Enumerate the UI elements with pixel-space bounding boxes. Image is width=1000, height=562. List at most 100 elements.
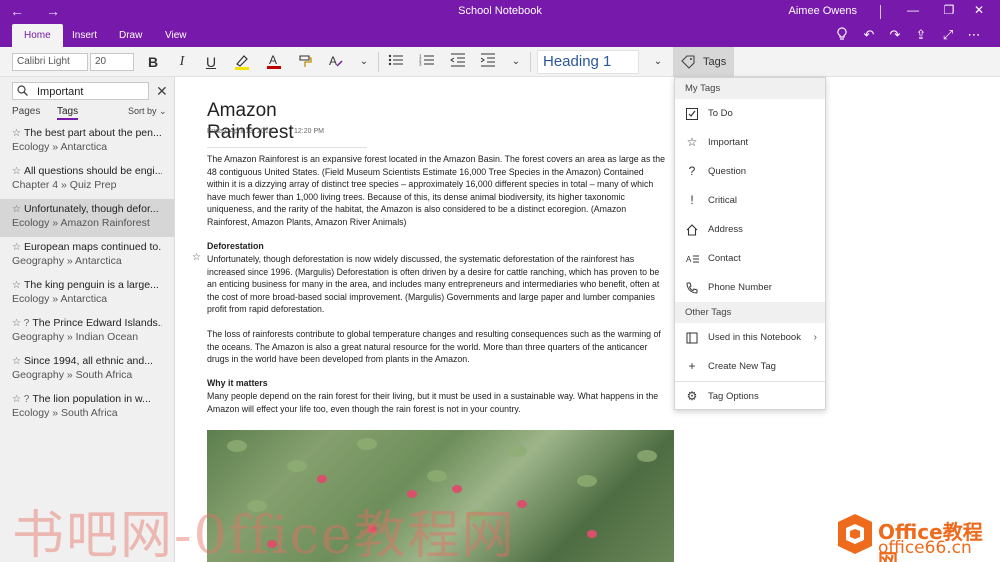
tag-menu-item-address[interactable]: Address <box>675 215 825 244</box>
result-location: Geography » South Africa <box>12 369 133 381</box>
tag-menu-item-critical[interactable]: ! Critical <box>675 186 825 215</box>
result-title: European maps continued to... <box>23 241 162 253</box>
chevron-down-icon: ⌄ <box>159 106 167 116</box>
house-icon <box>684 215 700 244</box>
list-item[interactable]: ☆ The king penguin is a large... Ecology … <box>0 275 174 313</box>
increase-indent-icon[interactable] <box>477 52 499 72</box>
tag-menu-item-phone-number[interactable]: Phone Number <box>675 273 825 302</box>
bullets-icon[interactable] <box>385 52 407 72</box>
sort-by-button[interactable]: Sort by ⌄ <box>128 106 167 117</box>
tag-label: Create New Tag <box>708 361 776 372</box>
font-size-field[interactable]: 20 <box>90 53 134 71</box>
paragraph[interactable]: Many people depend on the rain forest fo… <box>207 390 667 415</box>
plus-icon: + <box>688 359 696 373</box>
page-date: Friday, April 13, 2018 <box>207 128 273 135</box>
tab-tags[interactable]: Tags <box>57 106 79 120</box>
list-item[interactable]: ☆ European maps continued to... Geography… <box>0 237 174 275</box>
star-icon[interactable]: ☆ <box>192 252 201 263</box>
chevron-down-icon[interactable]: ⌄ <box>505 52 527 72</box>
tag-label: Tag Options <box>708 391 759 402</box>
user-name[interactable]: Aimee Owens <box>789 5 857 17</box>
tag-label: Contact <box>708 253 741 264</box>
paragraph[interactable]: The loss of rainforests contribute to gl… <box>207 328 667 366</box>
clear-formatting-icon[interactable]: A <box>325 52 347 72</box>
tab-insert[interactable]: Insert <box>60 24 109 47</box>
search-pane: ✕ Pages Tags Sort by ⌄ ☆The best part ab… <box>0 77 175 562</box>
notebook-icon <box>684 323 700 352</box>
search-input[interactable] <box>37 84 147 99</box>
highlight-icon[interactable] <box>231 52 253 72</box>
underline-button[interactable]: U <box>200 52 222 72</box>
result-location: Ecology » Antarctica <box>12 293 108 305</box>
list-item[interactable]: ☆ ? The Prince Edward Islands... Geograph… <box>0 313 174 351</box>
list-item[interactable]: ☆ Since 1994, all ethnic and... Geography… <box>0 351 174 389</box>
result-location: Geography » Indian Ocean <box>12 331 139 343</box>
star-icon: ☆ <box>686 135 698 149</box>
list-item[interactable]: ☆ All questions should be engi... Chapter… <box>0 161 174 199</box>
section-heading[interactable]: Why it matters <box>207 377 667 390</box>
tag-menu-item-tag-options[interactable]: ⚙ Tag Options <box>675 382 825 411</box>
redo-icon[interactable]: ↷ <box>884 27 906 43</box>
italic-button[interactable]: I <box>171 52 193 72</box>
undo-icon[interactable]: ↶ <box>858 27 880 43</box>
tag-label: Important <box>708 137 749 148</box>
result-title: All questions should be engi... <box>23 165 162 177</box>
page-title[interactable]: Amazon Rainforest <box>207 100 367 148</box>
share-icon[interactable]: ⇪ <box>910 27 932 43</box>
tab-view[interactable]: View <box>153 24 199 47</box>
tag-menu-item-contact[interactable]: A Contact <box>675 244 825 273</box>
page-time: 12:20 PM <box>294 128 324 135</box>
tab-draw[interactable]: Draw <box>107 24 154 47</box>
tag-menu-item-question[interactable]: ? Question <box>675 157 825 186</box>
bold-button[interactable]: B <box>142 52 164 72</box>
star-question-icon: ☆ ? <box>12 318 30 329</box>
tab-home[interactable]: Home <box>12 24 63 47</box>
tag-icon <box>681 47 695 77</box>
font-name-field[interactable]: Calibri Light <box>12 53 88 71</box>
maximize-icon[interactable]: ❐ <box>934 3 964 17</box>
search-results-list: ☆ The best part about the pen... Ecology … <box>0 123 174 427</box>
fullscreen-icon[interactable]: ⤢ <box>937 27 959 43</box>
svg-text:3: 3 <box>419 62 422 67</box>
more-options-icon[interactable]: ⋯ <box>963 27 985 43</box>
paragraph[interactable]: The Amazon Rainforest is an expansive fo… <box>207 153 667 228</box>
format-painter-icon[interactable] <box>295 52 317 72</box>
tab-pages[interactable]: Pages <box>12 106 40 117</box>
search-box[interactable] <box>12 82 149 100</box>
minimize-icon[interactable]: — <box>898 3 928 17</box>
close-icon[interactable]: ✕ <box>156 83 168 100</box>
tags-menu: My Tags To Do ☆ Important ? Question ! Crit… <box>674 77 826 410</box>
tag-menu-item-important[interactable]: ☆ Important <box>675 128 825 157</box>
list-item[interactable]: ☆ Unfortunately, though defor... Ecology … <box>0 199 174 237</box>
tag-menu-item-create-new-tag[interactable]: + Create New Tag <box>675 352 825 381</box>
result-location: Ecology » South Africa <box>12 407 118 419</box>
title-bar: ← → School Notebook Aimee Owens — ❐ ✕ <box>0 0 1000 24</box>
tag-label: Address <box>708 224 743 235</box>
result-location: Chapter 4 » Quiz Prep <box>12 179 117 191</box>
decrease-indent-icon[interactable] <box>447 52 469 72</box>
gear-icon: ⚙ <box>686 389 698 403</box>
svg-text:A: A <box>329 54 337 68</box>
chevron-down-icon[interactable]: ⌄ <box>353 52 375 72</box>
tag-menu-item-to-do[interactable]: To Do <box>675 99 825 128</box>
result-title: The king penguin is a large... <box>23 279 159 291</box>
toolbar-divider <box>378 52 379 72</box>
tag-menu-item-used-in-notebook[interactable]: Used in this Notebook › <box>675 323 825 352</box>
tags-button[interactable]: Tags <box>673 47 734 77</box>
close-icon[interactable]: ✕ <box>964 3 994 17</box>
list-item[interactable]: ☆ The best part about the pen... Ecology … <box>0 123 174 161</box>
list-item[interactable]: ☆ ? The lion population in w... Ecology »… <box>0 389 174 427</box>
exclamation-icon: ! <box>690 193 694 207</box>
font-color-icon[interactable]: A <box>263 52 285 72</box>
result-title: Unfortunately, though defor... <box>23 203 159 215</box>
lightbulb-icon[interactable] <box>831 27 853 44</box>
watermark-text: 书吧网-0ffice教程网 <box>12 506 516 562</box>
style-selector[interactable]: Heading 1 <box>537 50 639 74</box>
star-icon: ☆ <box>12 280 21 291</box>
numbering-icon[interactable]: 123 <box>416 52 438 72</box>
note-page[interactable]: Amazon Rainforest Friday, April 13, 2018… <box>176 77 674 562</box>
chevron-down-icon[interactable]: ⌄ <box>647 52 669 72</box>
paragraph[interactable]: Unfortunately, though deforestation is n… <box>207 253 667 316</box>
question-icon: ? <box>688 164 696 178</box>
section-heading[interactable]: Deforestation <box>207 240 667 253</box>
